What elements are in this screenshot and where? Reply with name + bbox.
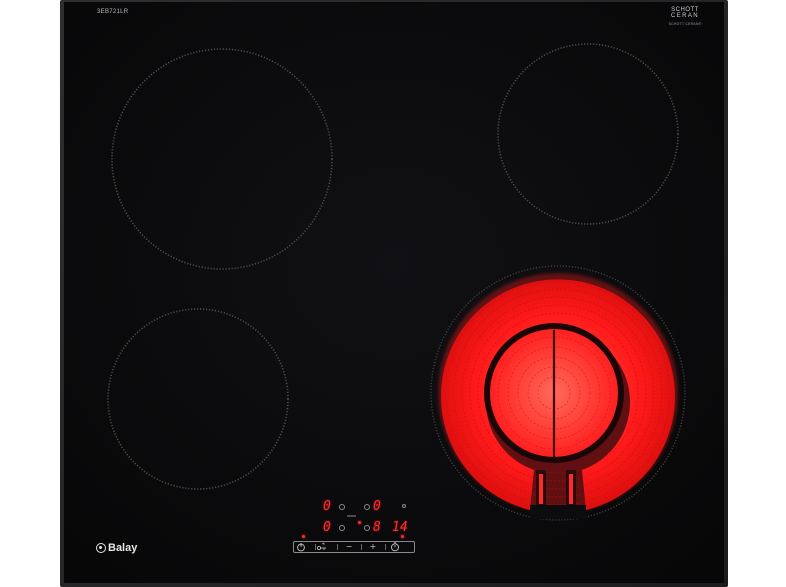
glass-brand-line2: CERAN (670, 13, 699, 19)
display-top-left-digit: 0 (323, 499, 331, 514)
display-bottom-right-digit: 8 (373, 520, 381, 535)
zone-indicator-bottom-right[interactable] (364, 525, 370, 531)
child-lock-icon (316, 542, 326, 551)
glass-brand-line3: SCHOTT CERAN® (668, 22, 702, 26)
display-timer-value: 14 (392, 520, 408, 535)
separator (385, 544, 386, 550)
cooktop-svg (60, 0, 728, 587)
display-top-right-digit: 0 (373, 499, 381, 514)
zone-indicator-top-right[interactable] (364, 504, 370, 510)
glass-brand-mark: SCHOTT CERAN SCHOTT CERAN® (660, 7, 710, 26)
cooktop-glass (64, 2, 724, 583)
power-icon (297, 543, 305, 552)
touch-control-bar: − + (293, 541, 415, 553)
model-code-label: 3EB721LR (97, 9, 129, 15)
brand-logo: Balay (96, 542, 137, 554)
display-bottom-left-digit: 0 (323, 520, 331, 535)
zone-indicator-top-left[interactable] (339, 504, 345, 510)
brand-name: Balay (108, 542, 138, 554)
timer-indicator-icon (402, 504, 406, 508)
minus-button[interactable]: − (338, 542, 360, 552)
timer-icon (391, 542, 399, 552)
power-on-dot (302, 535, 305, 538)
active-zone-dot (358, 521, 361, 524)
zone-indicator-bottom-left[interactable] (339, 525, 345, 531)
timer-on-dot (401, 535, 404, 538)
balay-logo-icon (96, 543, 106, 553)
timer-button[interactable] (390, 542, 412, 552)
child-lock-button[interactable] (316, 542, 336, 552)
plus-button[interactable]: + (362, 542, 384, 552)
cooktop-scene: 3EB721LR SCHOTT CERAN SCHOTT CERAN® Bala… (0, 0, 786, 587)
power-button[interactable] (296, 542, 314, 552)
